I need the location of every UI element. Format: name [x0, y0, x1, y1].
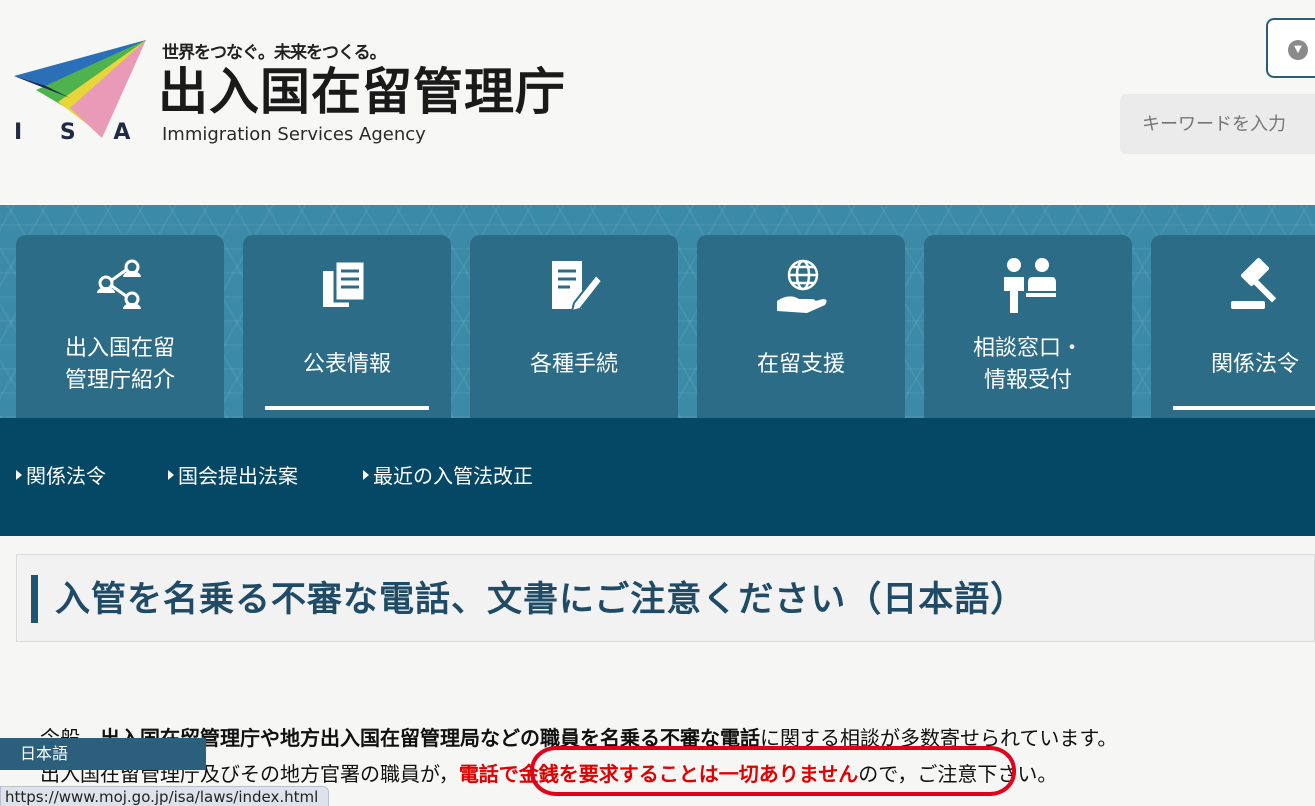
subnav-item-recent-amendments[interactable]: 最近の入管法改正 — [363, 460, 533, 489]
site-header: I S A 世界をつなぐ。未来をつくる。 出入国在留管理庁 Immigratio… — [0, 0, 1315, 205]
nav-label: 出入国在留 管理庁紹介 — [64, 336, 175, 393]
nav-item-residence-support[interactable]: 在留支援 — [697, 235, 905, 418]
tagline: 世界をつなぐ。未来をつくる。 — [162, 43, 387, 63]
subnav-label: 国会提出法案 — [178, 464, 298, 488]
nav-item-consultation[interactable]: 相談窓口・ 情報受付 — [924, 235, 1132, 418]
nav-item-laws[interactable]: 関係法令 — [1151, 235, 1315, 418]
search-input[interactable] — [1120, 94, 1315, 154]
subnav-label: 最近の入管法改正 — [373, 464, 533, 488]
language-select[interactable]: ▼ — [1266, 18, 1315, 78]
consultation-icon — [1004, 258, 1056, 313]
active-indicator — [1173, 406, 1315, 410]
subnav-item-bills[interactable]: 国会提出法案 — [168, 460, 298, 489]
highlight-oval — [530, 746, 1016, 796]
status-bar-url: https://www.moj.go.jp/isa/laws/index.htm… — [0, 786, 330, 806]
nav-item-about[interactable]: 出入国在留 管理庁紹介 — [16, 235, 224, 418]
documents-icon — [323, 259, 367, 307]
triangle-right-icon — [16, 469, 22, 480]
title-accent-bar — [31, 575, 38, 623]
nav-label: 公表情報 — [302, 352, 391, 377]
people-network-icon — [97, 259, 141, 309]
page-title-box: 入管を名乗る不審な電話、文書にご注意ください（日本語） — [16, 554, 1315, 642]
gavel-icon — [1231, 257, 1277, 309]
agency-name-en: Immigration Services Agency — [162, 124, 426, 145]
triangle-right-icon — [363, 469, 369, 480]
nav-item-procedures[interactable]: 各種手続 — [470, 235, 678, 418]
sub-nav: 関係法令 国会提出法案 最近の入管法改正 — [0, 418, 1315, 536]
subnav-label: 関係法令 — [26, 464, 106, 488]
nav-item-publications[interactable]: 公表情報 — [243, 235, 451, 418]
page-title: 入管を名乗る不審な電話、文書にご注意ください（日本語） — [55, 579, 1027, 620]
globe-hand-icon — [777, 259, 827, 313]
global-nav: 出入国在留 管理庁紹介 公表情報 各種手続 在留支援 相談窓口・ 情報受付 関係… — [0, 205, 1315, 418]
nav-label: 在留支援 — [756, 352, 845, 377]
nav-label: 各種手続 — [529, 352, 618, 377]
subnav-item-laws[interactable]: 関係法令 — [16, 460, 106, 489]
triangle-right-icon — [168, 469, 174, 480]
logo-letters: I S A — [14, 120, 146, 145]
active-indicator — [265, 406, 429, 410]
agency-name[interactable]: 出入国在留管理庁 — [158, 62, 566, 122]
nav-label: 関係法令 — [1210, 352, 1299, 377]
language-tab[interactable]: 日本語 — [0, 738, 206, 770]
form-pen-icon — [552, 261, 604, 313]
nav-label: 相談窓口・ 情報受付 — [972, 336, 1083, 393]
chevron-down-icon: ▼ — [1288, 40, 1308, 60]
